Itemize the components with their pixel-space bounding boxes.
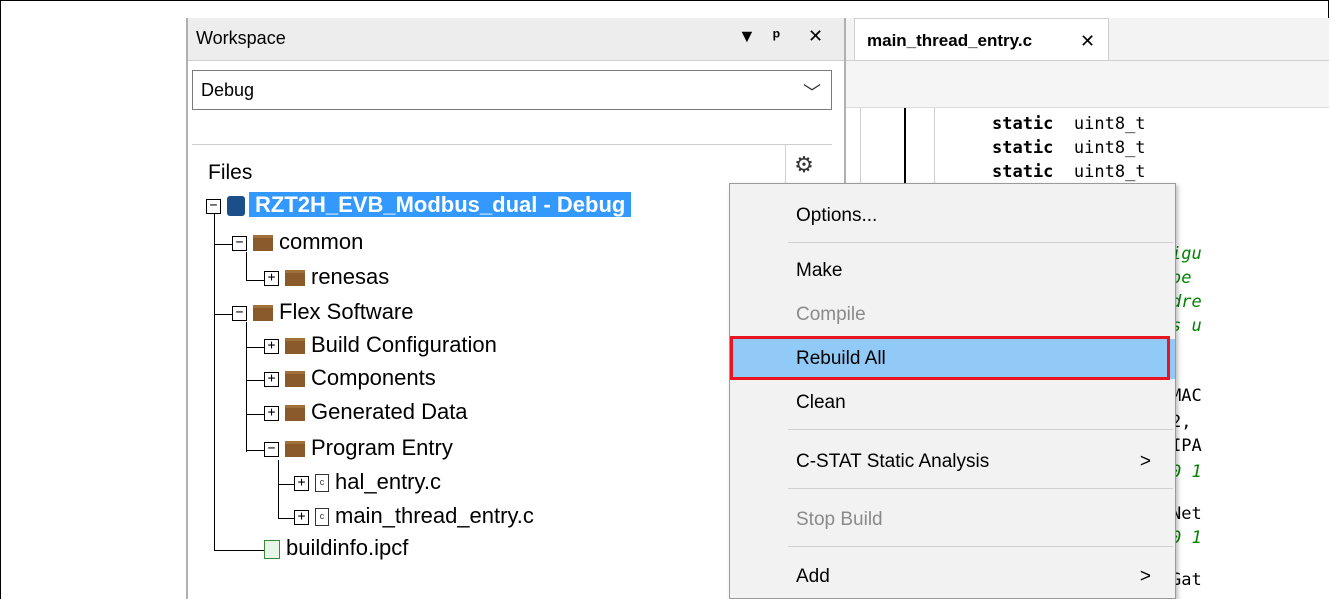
tree-line bbox=[246, 322, 247, 452]
close-icon[interactable]: ✕ bbox=[1080, 31, 1095, 52]
tree-item-main-thread-entry[interactable]: + c main_thread_entry.c bbox=[294, 503, 534, 533]
chevron-down-icon: ﹀ bbox=[803, 83, 821, 103]
tree-item-label: Components bbox=[311, 365, 436, 390]
tree-item-project[interactable]: − RZT2H_EVB_Modbus_dual - Debug bbox=[206, 192, 632, 222]
tree-line bbox=[214, 550, 264, 551]
context-menu: Options... Make Compile Rebuild All Clea… bbox=[729, 183, 1176, 599]
workspace-title: Workspace bbox=[196, 28, 286, 48]
editor-tab-bar: main_thread_entry.c ✕ bbox=[846, 18, 1329, 61]
close-icon[interactable]: ✕ bbox=[808, 26, 823, 47]
files-header-label: Files bbox=[208, 161, 253, 184]
tree-item-common[interactable]: − common bbox=[232, 229, 363, 259]
tree-item-label: Program Entry bbox=[311, 435, 453, 460]
tree-item-label: main_thread_entry.c bbox=[335, 503, 534, 528]
menu-item-clean[interactable]: Clean bbox=[730, 383, 1175, 423]
folder-icon bbox=[285, 405, 305, 422]
collapse-icon[interactable]: − bbox=[232, 305, 247, 321]
tab-label: main_thread_entry.c bbox=[867, 31, 1033, 50]
menu-separator bbox=[788, 429, 1173, 430]
tab-main-thread-entry[interactable]: main_thread_entry.c ✕ bbox=[854, 18, 1109, 60]
folder-icon bbox=[285, 338, 305, 355]
tree-item-flex-software[interactable]: − Flex Software bbox=[232, 299, 414, 329]
folder-icon bbox=[253, 235, 273, 252]
menu-item-compile[interactable]: Compile bbox=[730, 295, 1175, 335]
tree-line bbox=[246, 280, 266, 281]
tree-item-label: buildinfo.ipcf bbox=[286, 535, 409, 560]
tree-item-label: common bbox=[279, 229, 364, 254]
menu-item-stop-build[interactable]: Stop Build bbox=[730, 500, 1175, 540]
tree-item-components[interactable]: + Components bbox=[264, 365, 436, 395]
folder-icon bbox=[285, 270, 305, 287]
tree-item-label: Generated Data bbox=[311, 399, 468, 424]
tree-item-build-configuration[interactable]: + Build Configuration bbox=[264, 332, 497, 362]
tree-line bbox=[246, 450, 266, 451]
expand-icon[interactable]: + bbox=[294, 475, 309, 491]
configuration-value: Debug bbox=[201, 80, 255, 100]
expand-icon[interactable]: + bbox=[264, 405, 279, 421]
menu-item-cstat[interactable]: C-STAT Static Analysis > bbox=[730, 442, 1175, 482]
project-label: RZT2H_EVB_Modbus_dual - Debug bbox=[249, 192, 632, 217]
tree-item-label: renesas bbox=[311, 264, 390, 289]
project-icon bbox=[227, 196, 245, 217]
code-line: static uint8_t bbox=[992, 114, 1146, 134]
menu-separator bbox=[788, 488, 1173, 489]
tree-item-buildinfo[interactable]: buildinfo.ipcf bbox=[264, 535, 408, 565]
tree-line bbox=[214, 314, 234, 315]
workspace-titlebar: Workspace ▼ ᵖ ✕ bbox=[188, 18, 844, 61]
tree-line bbox=[246, 380, 266, 381]
tree-item-label: Flex Software bbox=[279, 299, 414, 324]
editor-toolbar bbox=[846, 61, 1329, 108]
tree-item-label: Build Configuration bbox=[311, 332, 497, 357]
tree-line bbox=[246, 414, 266, 415]
collapse-icon[interactable]: − bbox=[264, 441, 279, 457]
expand-icon[interactable]: + bbox=[264, 338, 279, 354]
tree-item-label: hal_entry.c bbox=[335, 469, 441, 494]
callout-highlight-box bbox=[730, 336, 1170, 380]
submenu-arrow-icon: > bbox=[1139, 451, 1151, 472]
menu-separator bbox=[788, 546, 1173, 547]
tree-line bbox=[246, 347, 266, 348]
collapse-icon[interactable]: − bbox=[232, 235, 247, 251]
tree-line bbox=[278, 460, 279, 518]
files-header: Files ⚙ bbox=[192, 144, 832, 195]
tree-line bbox=[214, 200, 215, 550]
menu-item-add[interactable]: Add > bbox=[730, 557, 1175, 597]
code-line: static uint8_t bbox=[992, 138, 1146, 158]
collapse-icon[interactable]: − bbox=[206, 198, 221, 214]
menu-item-options[interactable]: Options... bbox=[730, 196, 1175, 236]
tree-item-renesas[interactable]: + renesas bbox=[264, 264, 389, 294]
menu-separator bbox=[788, 242, 1173, 243]
tree-item-program-entry[interactable]: − Program Entry bbox=[264, 435, 453, 465]
folder-icon bbox=[253, 305, 273, 322]
tree-item-hal-entry[interactable]: + c hal_entry.c bbox=[294, 469, 441, 499]
expand-icon[interactable]: + bbox=[264, 270, 279, 286]
dropdown-arrow-icon[interactable]: ▼ bbox=[738, 26, 756, 47]
folder-icon bbox=[285, 371, 305, 388]
tree-line bbox=[214, 244, 234, 245]
folder-icon bbox=[285, 441, 305, 458]
configuration-select[interactable]: Debug ﹀ bbox=[192, 70, 832, 110]
menu-item-make[interactable]: Make bbox=[730, 251, 1175, 291]
expand-icon[interactable]: + bbox=[294, 509, 309, 525]
ipcf-file-icon bbox=[264, 539, 280, 559]
c-file-icon: c bbox=[315, 474, 329, 493]
tree-item-generated-data[interactable]: + Generated Data bbox=[264, 399, 468, 429]
code-line: static uint8_t bbox=[992, 162, 1146, 182]
pin-icon[interactable]: ᵖ bbox=[773, 26, 780, 47]
expand-icon[interactable]: + bbox=[264, 371, 279, 387]
c-file-icon: c bbox=[315, 508, 329, 527]
submenu-arrow-icon: > bbox=[1139, 566, 1151, 587]
